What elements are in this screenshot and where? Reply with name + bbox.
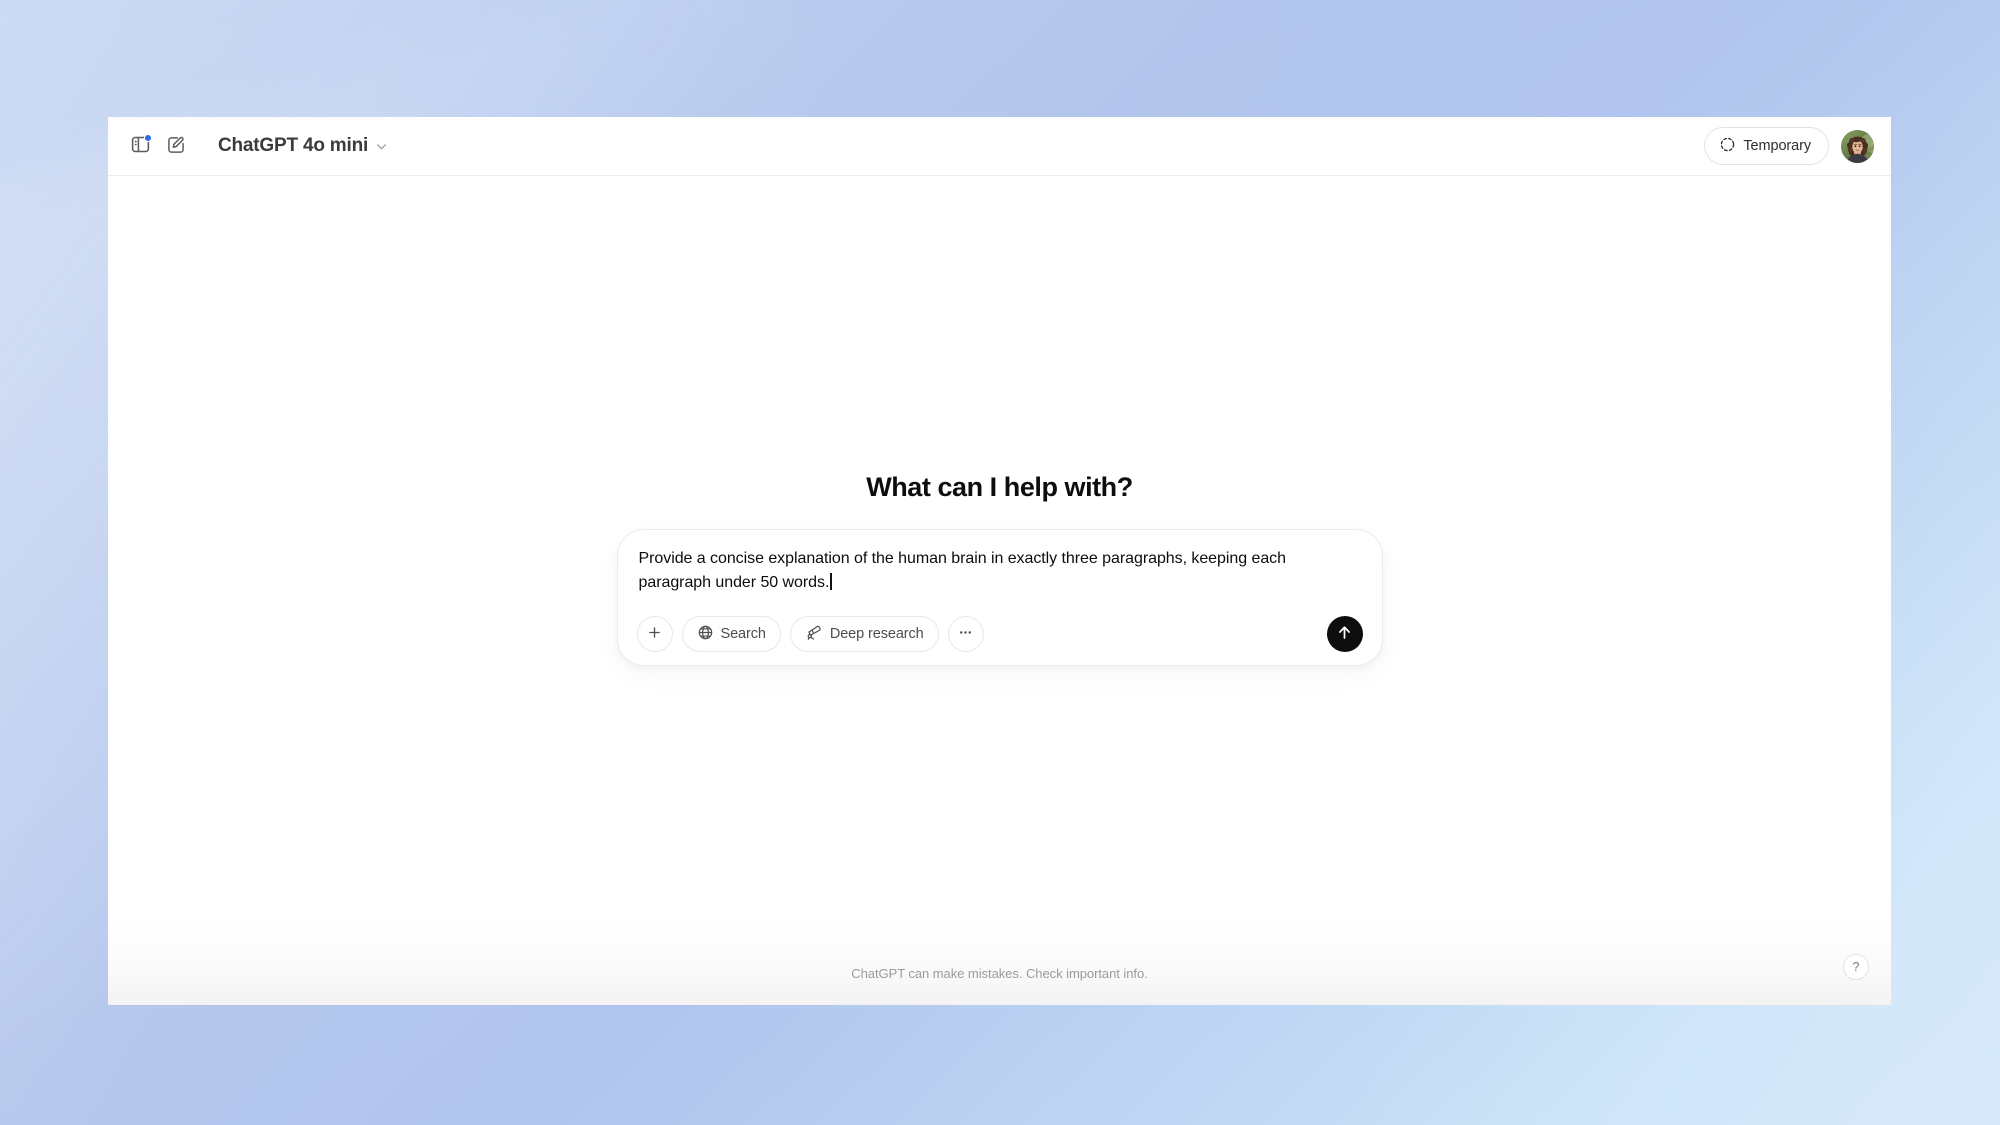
disclaimer-text: ChatGPT can make mistakes. Check importa… bbox=[851, 966, 1148, 981]
new-chat-button[interactable] bbox=[158, 128, 194, 164]
more-options-button[interactable] bbox=[947, 616, 984, 652]
browser-window: ChatGPT 4o mini Temporary What can I hel… bbox=[108, 117, 1891, 1005]
deep-research-button[interactable]: Deep research bbox=[789, 616, 939, 652]
search-button-label: Search bbox=[720, 626, 766, 642]
page-title: What can I help with? bbox=[866, 472, 1133, 502]
help-button[interactable]: ? bbox=[1843, 954, 1869, 980]
globe-icon bbox=[697, 624, 714, 645]
sidebar-toggle-button[interactable] bbox=[122, 128, 158, 164]
text-caret bbox=[830, 573, 832, 590]
prompt-text-value: Provide a concise explanation of the hum… bbox=[638, 550, 1291, 591]
prompt-input[interactable]: Provide a concise explanation of the hum… bbox=[637, 547, 1363, 595]
dashed-circle-icon bbox=[1719, 136, 1736, 156]
model-selector[interactable]: ChatGPT 4o mini bbox=[208, 129, 398, 163]
search-button[interactable]: Search bbox=[681, 616, 781, 652]
model-name-label: ChatGPT 4o mini bbox=[218, 135, 369, 156]
temporary-chat-button[interactable]: Temporary bbox=[1704, 127, 1829, 165]
temporary-chat-label: Temporary bbox=[1743, 138, 1811, 154]
main-content: What can I help with? Provide a concise … bbox=[108, 176, 1891, 1005]
composer: Provide a concise explanation of the hum… bbox=[616, 529, 1383, 666]
ellipsis-icon bbox=[957, 624, 974, 645]
center-stack: What can I help with? Provide a concise … bbox=[616, 472, 1383, 666]
arrow-up-icon bbox=[1335, 623, 1354, 645]
app-header: ChatGPT 4o mini Temporary bbox=[108, 117, 1891, 176]
header-right-group: Temporary bbox=[1704, 127, 1874, 165]
composer-toolbar: Search Deep research bbox=[636, 616, 1363, 652]
question-mark-icon: ? bbox=[1852, 959, 1860, 974]
notification-dot bbox=[144, 134, 152, 142]
deep-research-label: Deep research bbox=[829, 626, 924, 642]
plus-icon bbox=[646, 624, 663, 645]
footer-fade bbox=[108, 921, 1891, 1005]
telescope-icon bbox=[805, 623, 823, 645]
attach-button[interactable] bbox=[636, 616, 673, 652]
send-button[interactable] bbox=[1326, 616, 1363, 652]
compose-pencil-icon bbox=[166, 135, 186, 158]
chevron-down-icon bbox=[374, 139, 389, 154]
user-avatar[interactable] bbox=[1841, 129, 1874, 163]
